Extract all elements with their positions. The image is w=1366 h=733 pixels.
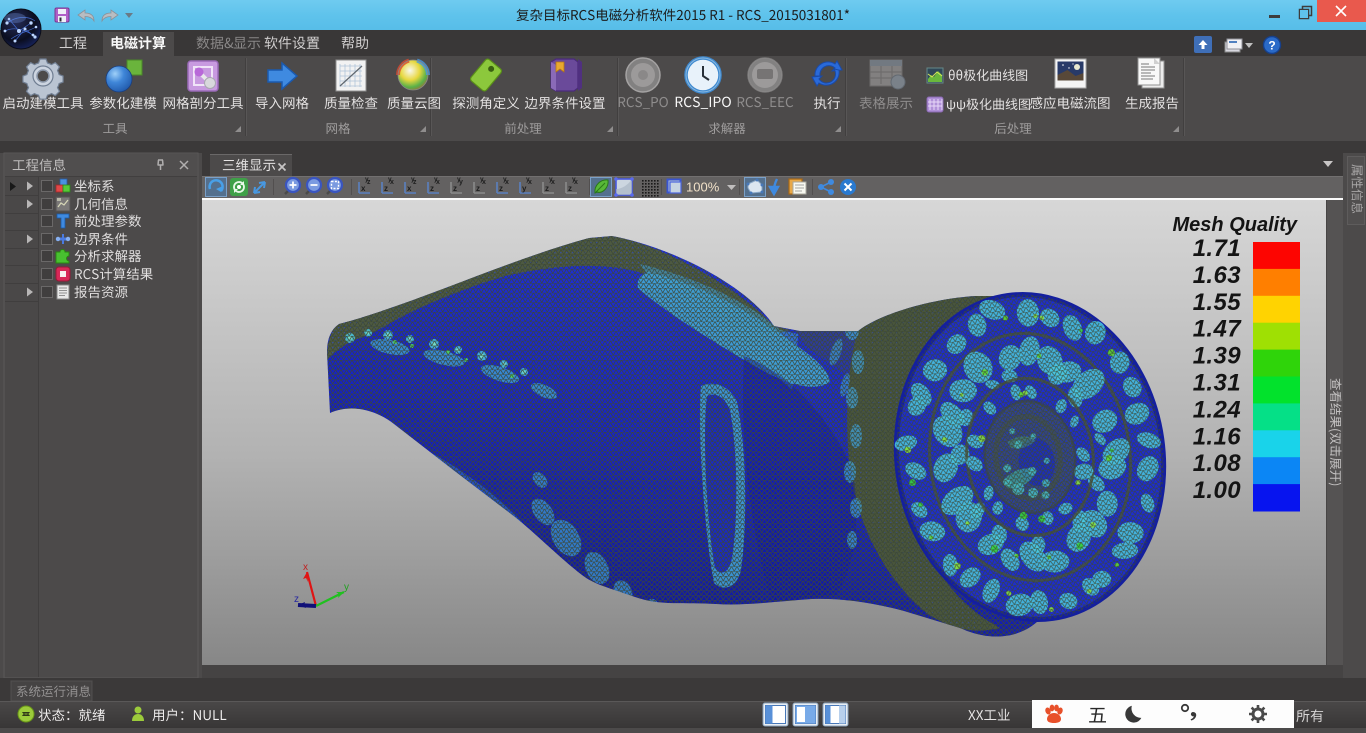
svg-text:x: x xyxy=(303,562,308,573)
svg-text:y: y xyxy=(434,176,438,183)
svg-text:1.47: 1.47 xyxy=(1193,316,1243,343)
svg-text:y: y xyxy=(549,176,553,183)
svg-text:y: y xyxy=(411,176,415,183)
svg-text:z: z xyxy=(545,184,549,193)
svg-text:y: y xyxy=(388,176,392,183)
svg-text:1.16: 1.16 xyxy=(1193,423,1242,450)
svg-text:y: y xyxy=(503,176,507,183)
svg-text:y: y xyxy=(522,184,527,193)
svg-text:z: z xyxy=(476,184,480,193)
svg-text:y: y xyxy=(526,176,530,183)
svg-text:y: y xyxy=(457,176,461,183)
svg-text:1.63: 1.63 xyxy=(1193,262,1242,289)
svg-text:z: z xyxy=(568,184,572,193)
svg-text:1.55: 1.55 xyxy=(1193,289,1242,316)
svg-text:1.24: 1.24 xyxy=(1193,396,1241,423)
svg-text:y: y xyxy=(365,176,369,183)
svg-text:z: z xyxy=(499,184,503,193)
svg-text:1.31: 1.31 xyxy=(1193,370,1241,397)
svg-text:y: y xyxy=(344,582,349,593)
svg-text:z: z xyxy=(294,594,299,605)
svg-text:1.00: 1.00 xyxy=(1193,477,1242,504)
svg-text:1.08: 1.08 xyxy=(1193,450,1242,477)
svg-text:1.39: 1.39 xyxy=(1193,343,1242,370)
svg-text:z: z xyxy=(384,184,388,193)
svg-text:z: z xyxy=(430,184,434,193)
svg-text:100%: 100% xyxy=(686,180,720,195)
svg-text:Mesh Quality: Mesh Quality xyxy=(1173,214,1298,236)
svg-text:?: ? xyxy=(1268,39,1275,53)
svg-text:x: x xyxy=(361,184,366,193)
svg-text:y: y xyxy=(572,176,576,183)
svg-text:z: z xyxy=(453,184,457,193)
svg-text:x: x xyxy=(407,184,412,193)
svg-text:y: y xyxy=(480,176,484,183)
svg-text:1.71: 1.71 xyxy=(1193,235,1241,262)
